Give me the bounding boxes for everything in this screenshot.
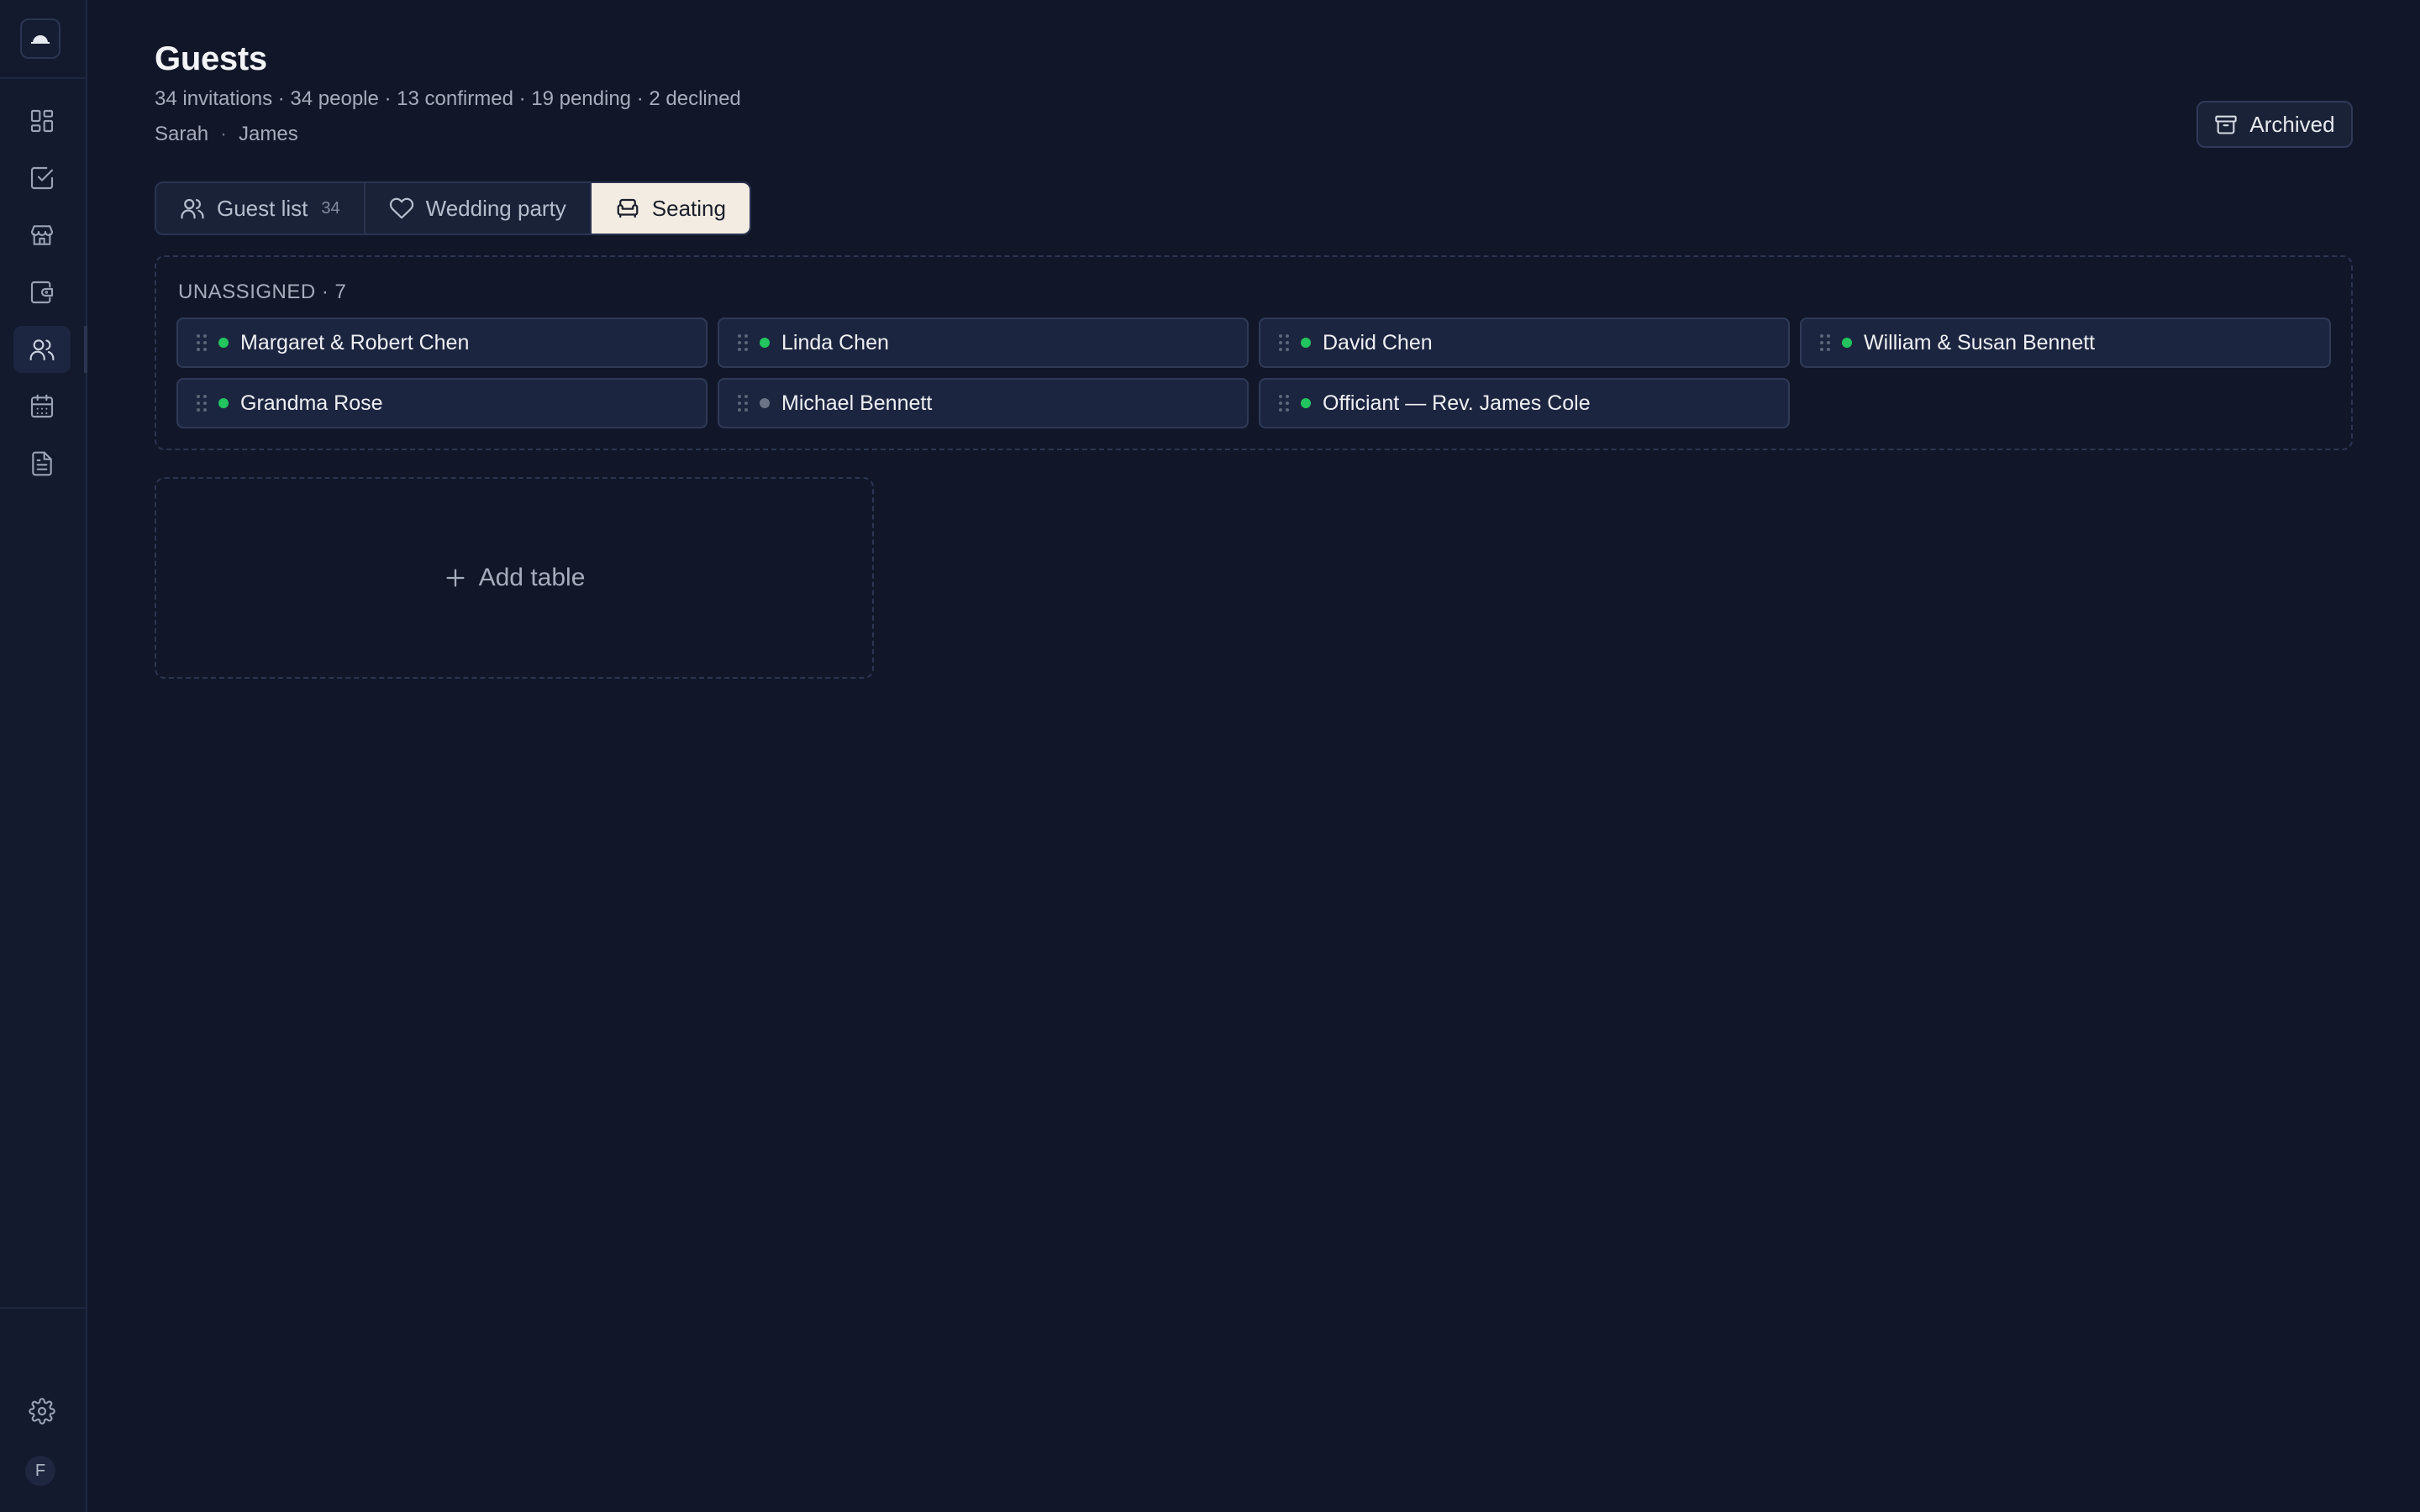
guest-chip[interactable]: William & Susan Bennett — [1800, 318, 2331, 368]
users-icon — [181, 198, 204, 219]
tab-seating[interactable]: Seating — [591, 183, 750, 234]
add-table-label: Add table — [478, 564, 586, 591]
tab-label: Guest list — [217, 195, 308, 221]
add-table-button[interactable]: Add table — [155, 477, 874, 679]
status-dot — [218, 398, 229, 408]
armchair-icon — [617, 198, 639, 218]
plus-icon — [446, 569, 465, 587]
archived-label: Archived — [2249, 111, 2335, 137]
status-dot — [1301, 338, 1311, 348]
drag-handle-icon[interactable] — [197, 395, 207, 412]
guest-name: Officiant — Rev. James Cole — [1323, 391, 1591, 415]
separator: · — [220, 123, 228, 145]
status-dot — [1842, 338, 1852, 348]
guest-name: Grandma Rose — [240, 391, 383, 415]
sidebar: F — [0, 0, 87, 1512]
app-logo[interactable] — [20, 18, 60, 59]
guest-name: Margaret & Robert Chen — [240, 330, 470, 354]
heart-icon — [389, 197, 413, 219]
tab-label: Wedding party — [425, 195, 566, 221]
guest-chip[interactable]: Michael Bennett — [718, 378, 1249, 428]
guest-name: Michael Bennett — [781, 391, 933, 415]
drag-handle-icon[interactable] — [197, 334, 207, 351]
cloud-icon — [31, 35, 50, 44]
guest-chip[interactable]: David Chen — [1259, 318, 1790, 368]
sidebar-item-budget[interactable] — [13, 269, 71, 316]
guest-name: William & Susan Bennett — [1864, 330, 2096, 354]
sidebar-divider — [0, 1307, 86, 1309]
users-icon — [29, 339, 55, 361]
sidebar-item-vendors[interactable] — [13, 212, 71, 259]
drag-handle-icon[interactable] — [738, 334, 748, 351]
unassigned-dropzone[interactable]: UNASSIGNED · 7 Margaret & Robert Chen Li… — [155, 255, 2353, 450]
drag-handle-icon[interactable] — [1820, 334, 1830, 351]
partner-name: James — [239, 123, 298, 145]
drag-handle-icon[interactable] — [738, 395, 748, 412]
partner-name: Sarah — [155, 123, 209, 145]
archived-button[interactable]: Archived — [2196, 101, 2353, 148]
couple-names: Sarah · James — [155, 123, 298, 146]
drag-handle-icon[interactable] — [1279, 334, 1289, 351]
sidebar-divider — [0, 77, 86, 79]
archive-icon — [2215, 115, 2238, 134]
guest-chip[interactable]: Officiant — Rev. James Cole — [1259, 378, 1790, 428]
guest-chip[interactable]: Margaret & Robert Chen — [176, 318, 708, 368]
document-icon — [32, 451, 52, 476]
wallet-icon — [30, 281, 54, 304]
checkbox-icon — [30, 166, 54, 190]
active-indicator — [84, 326, 87, 373]
calendar-icon — [30, 394, 54, 418]
sidebar-item-guests[interactable] — [13, 326, 71, 373]
gear-icon — [29, 1398, 55, 1425]
status-dot — [1301, 398, 1311, 408]
drag-handle-icon[interactable] — [1279, 395, 1289, 412]
guest-chip[interactable]: Grandma Rose — [176, 378, 708, 428]
sidebar-item-dashboard[interactable] — [13, 97, 71, 144]
app: F Guests 34 invitations · 34 people · 13… — [0, 0, 2420, 1512]
tab-guest-list[interactable]: Guest list 34 — [156, 183, 366, 234]
store-icon — [30, 225, 54, 245]
status-dot — [760, 338, 770, 348]
tab-wedding-party[interactable]: Wedding party — [366, 183, 592, 234]
guest-chip[interactable]: Linda Chen — [718, 318, 1249, 368]
grid-icon — [30, 109, 54, 133]
guest-name: David Chen — [1323, 330, 1433, 354]
tab-count: 34 — [321, 198, 340, 218]
sidebar-item-documents[interactable] — [13, 440, 71, 487]
tab-label: Seating — [651, 195, 726, 221]
status-dot — [218, 338, 229, 348]
sidebar-item-calendar[interactable] — [13, 383, 71, 430]
tab-bar: Guest list 34 Wedding party Seating — [155, 181, 751, 235]
settings-button[interactable] — [13, 1388, 71, 1435]
page-title: Guests — [155, 40, 267, 77]
guest-name: Linda Chen — [781, 330, 889, 354]
avatar[interactable]: F — [25, 1456, 55, 1486]
status-dot — [760, 398, 770, 408]
guest-summary: 34 invitations · 34 people · 13 confirme… — [155, 87, 741, 110]
sidebar-item-tasks[interactable] — [13, 155, 71, 202]
unassigned-heading: UNASSIGNED · 7 — [178, 281, 347, 303]
